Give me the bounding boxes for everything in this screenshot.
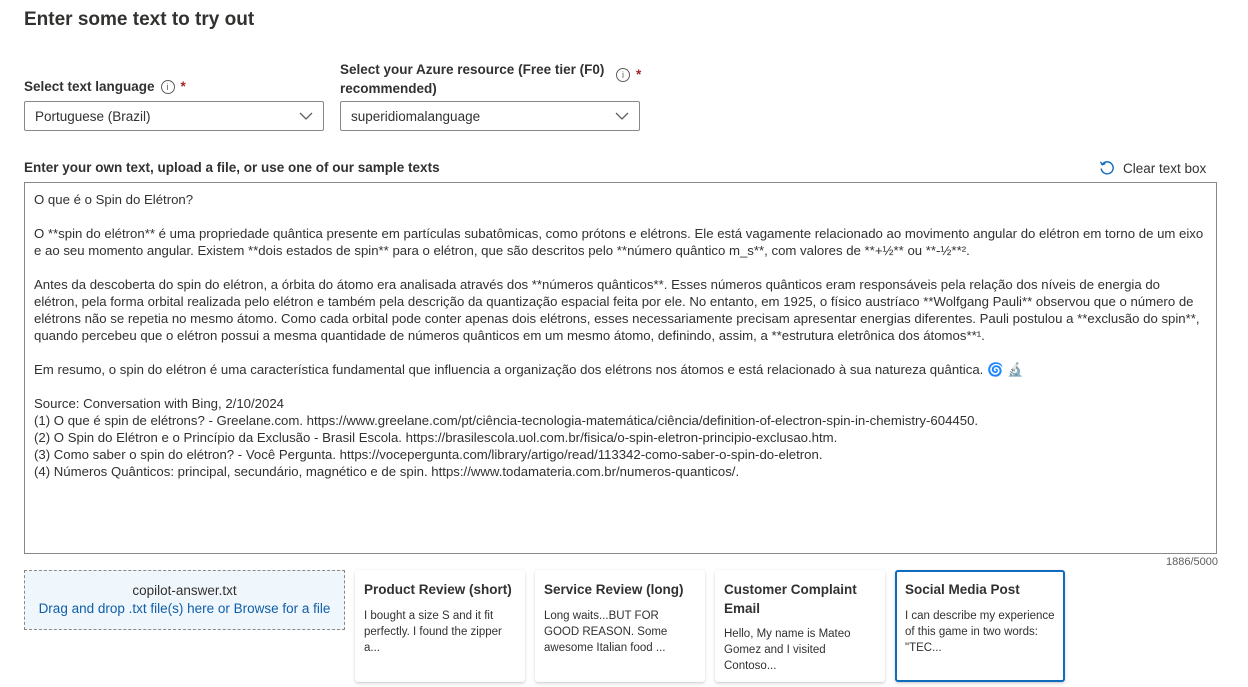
resource-label-block: Select your Azure resource (Free tier (F… <box>340 60 604 98</box>
source-line: (2) O Spin do Elétron e o Princípio da E… <box>34 430 838 445</box>
source-line: (4) Números Quânticos: principal, secund… <box>34 464 740 479</box>
source-line: (1) O que é spin de elétrons? - Greelane… <box>34 413 979 428</box>
resource-label-line1: Select your Azure resource (Free tier (F… <box>340 62 605 77</box>
sample-card-customer-complaint[interactable]: Customer Complaint Email Hello, My name … <box>715 570 885 682</box>
source-line: Source: Conversation with Bing, 2/10/202… <box>34 396 284 411</box>
language-dropdown[interactable]: Portuguese (Brazil) <box>24 101 324 131</box>
resource-selected-value: superidiomalanguage <box>351 108 481 124</box>
sample-card-title: Customer Complaint Email <box>724 582 857 616</box>
clear-text-button[interactable]: Clear text box <box>1099 160 1206 176</box>
sample-card-social-media[interactable]: Social Media Post I can describe my expe… <box>895 570 1065 682</box>
upload-hint-link[interactable]: Drag and drop .txt file(s) here or Brows… <box>25 601 344 616</box>
required-mark: * <box>180 79 186 94</box>
page-title: Enter some text to try out <box>24 9 255 30</box>
uploaded-filename: copilot-answer.txt <box>132 583 237 598</box>
input-section-label: Enter your own text, upload a file, or u… <box>24 160 440 175</box>
resource-label-icons: i * <box>610 67 642 83</box>
chevron-down-icon <box>299 112 313 120</box>
info-icon[interactable]: i <box>160 80 175 95</box>
resource-dropdown[interactable]: superidiomalanguage <box>340 101 640 131</box>
character-counter: 1886/5000 <box>1166 556 1218 568</box>
text-paragraph: O **spin do elétron** é uma propriedade … <box>34 226 1207 258</box>
sample-card-product-review[interactable]: Product Review (short) I bought a size S… <box>355 570 525 682</box>
sample-card-title: Social Media Post <box>905 582 1020 597</box>
sample-card-body: Hello, My name is Mateo Gomez and I visi… <box>724 628 851 672</box>
sample-card-title: Product Review (short) <box>364 582 512 597</box>
resource-label-line2: recommended) <box>340 81 437 96</box>
language-selected-value: Portuguese (Brazil) <box>35 108 151 124</box>
text-paragraph: Em resumo, o spin do elétron é uma carac… <box>34 362 1024 377</box>
language-label-row: Select text language i * <box>24 79 186 95</box>
text-input-area[interactable]: O que é o Spin do Elétron? O **spin do e… <box>24 182 1217 554</box>
file-upload-dropzone[interactable]: copilot-answer.txt Drag and drop .txt fi… <box>24 570 345 630</box>
info-icon[interactable]: i <box>616 68 630 83</box>
sample-card-body: I can describe my experience of this gam… <box>905 610 1055 654</box>
language-label: Select text language <box>24 79 155 94</box>
clear-text-label: Clear text box <box>1123 160 1207 176</box>
sample-card-service-review[interactable]: Service Review (long) Long waits...BUT F… <box>535 570 705 682</box>
reset-icon <box>1099 161 1114 175</box>
sample-card-body: Long waits...BUT FOR GOOD REASON. Some a… <box>544 610 668 654</box>
sample-card-body: I bought a size S and it fit perfectly. … <box>364 610 502 654</box>
text-paragraph: Antes da descoberta do spin do elétron, … <box>34 277 1204 343</box>
text-paragraph: O que é o Spin do Elétron? <box>34 192 194 207</box>
source-line: (3) Como saber o spin do elétron? - Você… <box>34 447 823 462</box>
sample-card-title: Service Review (long) <box>544 582 684 597</box>
chevron-down-icon <box>615 112 629 120</box>
required-mark: * <box>636 67 642 82</box>
